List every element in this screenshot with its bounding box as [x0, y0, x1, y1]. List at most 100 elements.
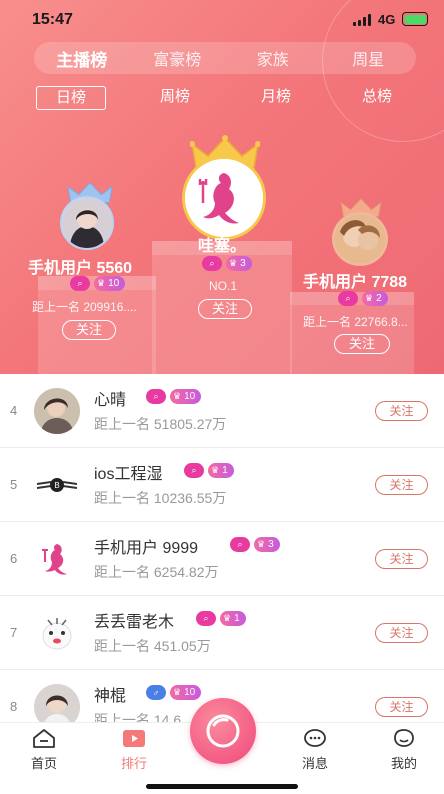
mermaid-logo-icon: [34, 536, 80, 582]
gap-to-previous: 距上一名 6254.82万: [94, 564, 219, 580]
level-badge: ♛ 1: [208, 463, 234, 478]
tab-monthly[interactable]: 月榜: [241, 86, 311, 110]
tab-family[interactable]: 家族: [225, 46, 321, 70]
level-value: 2: [376, 293, 382, 304]
list-item[interactable]: 7 丢丢雷老木 ⌕ ♛ 1 距上一名 451.05万 关注: [0, 596, 444, 670]
level-badge: ♛ 2: [362, 291, 388, 306]
ranking-header: 15:47 4G 主播榜 富豪榜 家族 周星 日榜 周榜 月榜 总榜 哇塞。 ⌕…: [0, 0, 444, 374]
tab-mine[interactable]: 我的: [374, 727, 434, 772]
level-value: 3: [240, 258, 246, 269]
user-badges: ⌕ ♛ 1: [196, 611, 246, 626]
third-place-gap: 距上一名 22766.8...: [303, 315, 408, 329]
user-photo-icon: [334, 214, 386, 264]
first-place-follow-button[interactable]: 关注: [198, 299, 252, 319]
list-item[interactable]: 5 B ios工程湿 ⌕ ♛ 1 距上一名 10236.55万 关注: [0, 448, 444, 522]
chat-badge-icon: ⌕: [70, 276, 90, 291]
period-tabs: 日榜 周榜 月榜 总榜: [36, 86, 416, 110]
board-tabs: 主播榜 富豪榜 家族 周星: [34, 42, 416, 74]
follow-button[interactable]: 关注: [375, 549, 428, 569]
tab-rich-board[interactable]: 富豪榜: [130, 46, 226, 70]
level-value: 10: [108, 278, 120, 289]
tab-home[interactable]: 首页: [14, 727, 74, 772]
level-badge: ♛ 10: [170, 685, 202, 700]
user-name: ios工程湿: [94, 466, 163, 483]
list-item[interactable]: 6 手机用户 9999 ⌕ ♛ 3 距上一名 6254.82万 关注: [0, 522, 444, 596]
third-place-avatar[interactable]: [332, 212, 388, 266]
level-badge: ♛ 3: [226, 256, 252, 271]
follow-button[interactable]: 关注: [375, 623, 428, 643]
second-place-badges: ⌕ ♛ 10: [70, 276, 126, 291]
follow-button[interactable]: 关注: [375, 697, 428, 717]
tab-mine-label: 我的: [390, 756, 417, 771]
avatar[interactable]: [34, 610, 80, 656]
user-badges: ⌕ ♛ 10: [146, 389, 202, 404]
tab-messages-label: 消息: [301, 756, 328, 771]
first-place-avatar[interactable]: [182, 156, 266, 240]
user-badges: ⌕ ♛ 3: [230, 537, 280, 552]
tab-rank-label: 排行: [120, 756, 147, 771]
battery-icon: [402, 12, 428, 26]
crown-mini-icon: ♛: [173, 687, 182, 697]
rank-number: 7: [10, 625, 18, 640]
user-badges: ♂ ♛ 10: [146, 685, 202, 700]
level-badge: ♛ 10: [94, 276, 126, 291]
crown-mini-icon: ♛: [223, 613, 232, 623]
crown-mini-icon: ♛: [173, 391, 182, 401]
level-value: 3: [268, 539, 274, 550]
bentley-logo-icon: B: [34, 462, 80, 508]
avatar[interactable]: [34, 536, 80, 582]
second-place-avatar[interactable]: [60, 196, 114, 250]
second-place-gap: 距上一名 209916....: [32, 300, 137, 314]
tab-weekly-star[interactable]: 周星: [321, 46, 417, 70]
rank-number: 8: [10, 699, 18, 714]
ranking-play-icon: [123, 730, 145, 747]
crown-mini-icon: ♛: [229, 258, 238, 268]
tab-daily[interactable]: 日榜: [36, 86, 106, 110]
user-name: 丢丢雷老木: [94, 614, 175, 631]
first-place-note: NO.1: [209, 279, 238, 293]
chat-badge-icon: ⌕: [230, 537, 250, 552]
svg-text:B: B: [54, 481, 59, 490]
level-badge: ♛ 3: [254, 537, 280, 552]
camera-lens-icon: [206, 714, 240, 748]
avatar[interactable]: [34, 388, 80, 434]
level-badge: ♛ 10: [170, 389, 202, 404]
follow-button[interactable]: 关注: [375, 475, 428, 495]
user-photo-icon: [62, 198, 112, 248]
list-item[interactable]: 4 心晴 ⌕ ♛ 10 距上一名 51805.27万 关注: [0, 374, 444, 448]
first-place-name: 哇塞。: [198, 238, 247, 255]
level-value: 1: [222, 465, 228, 476]
rank-number: 4: [10, 403, 18, 418]
user-name: 手机用户 9999: [94, 540, 199, 557]
home-icon: [33, 729, 55, 748]
crown-mini-icon: ♛: [97, 278, 106, 288]
ranking-list: 4 心晴 ⌕ ♛ 10 距上一名 51805.27万 关注 5 B ios工程湿…: [0, 374, 444, 744]
chat-badge-icon: ⌕: [338, 291, 358, 306]
tab-messages[interactable]: 消息: [285, 727, 345, 772]
tab-weekly[interactable]: 周榜: [140, 86, 210, 110]
level-value: 10: [184, 687, 196, 698]
user-badges: ⌕ ♛ 1: [184, 463, 234, 478]
live-camera-button[interactable]: [190, 698, 256, 764]
rank-number: 6: [10, 551, 18, 566]
level-value: 1: [234, 613, 240, 624]
message-icon: [304, 729, 326, 747]
tab-total[interactable]: 总榜: [342, 86, 412, 110]
crown-mini-icon: ♛: [257, 539, 266, 549]
third-place-name: 手机用户 7788: [303, 274, 408, 291]
signal-icon: [353, 14, 373, 26]
follow-button[interactable]: 关注: [375, 401, 428, 421]
tab-anchor-board[interactable]: 主播榜: [34, 46, 130, 71]
user-name: 神棍: [94, 688, 127, 705]
tab-rank[interactable]: 排行: [104, 727, 164, 772]
crown-mini-icon: ♛: [211, 465, 220, 475]
status-time: 15:47: [32, 11, 73, 28]
chat-badge-icon: ⌕: [196, 611, 216, 626]
third-place-badges: ⌕ ♛ 2: [338, 291, 388, 306]
mermaid-logo-icon: [185, 159, 263, 237]
gap-to-previous: 距上一名 10236.55万: [94, 490, 227, 506]
avatar[interactable]: B: [34, 462, 80, 508]
second-place-follow-button[interactable]: 关注: [62, 320, 116, 340]
chat-badge-icon: ⌕: [202, 256, 222, 271]
third-place-follow-button[interactable]: 关注: [334, 334, 390, 354]
